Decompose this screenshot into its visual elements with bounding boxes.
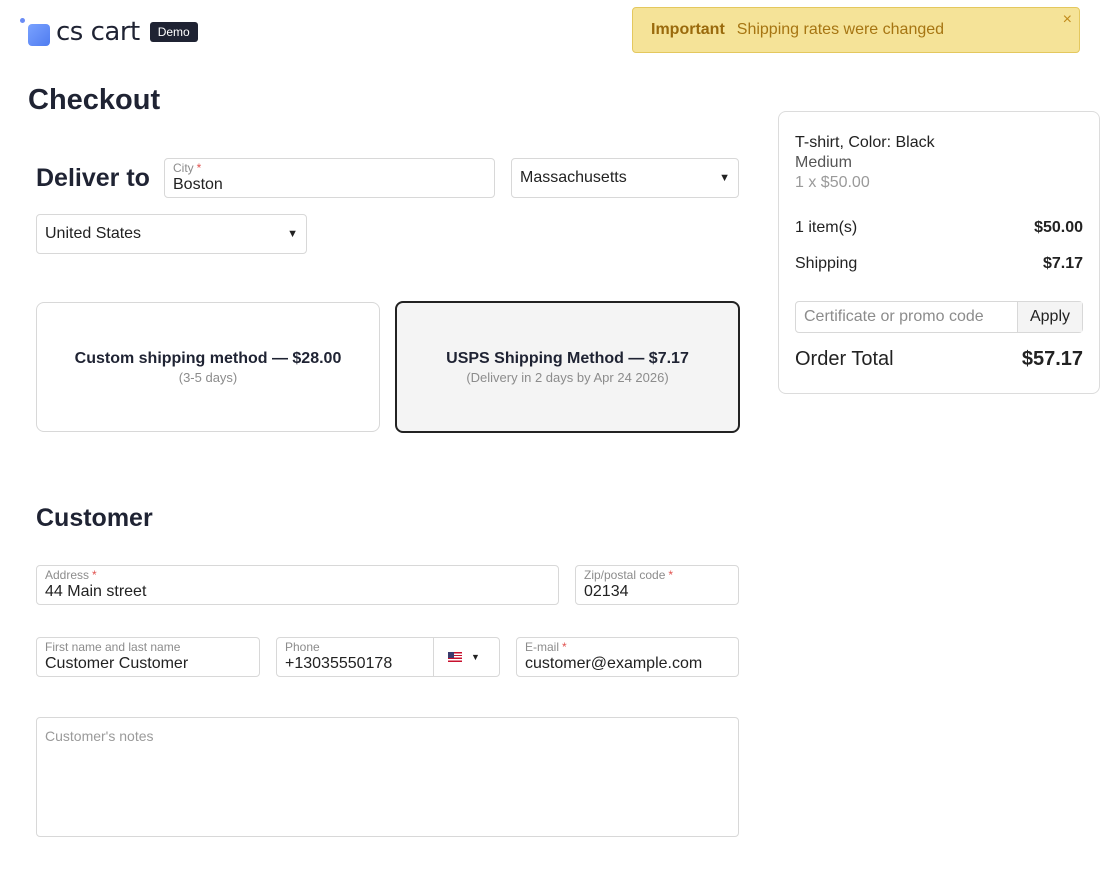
zip-field[interactable]: Zip/postal code * 02134: [575, 565, 739, 605]
notes-placeholder: Customer's notes: [45, 728, 154, 744]
phone-field[interactable]: Phone +13035550178 ▼: [276, 637, 500, 677]
page-title: Checkout: [28, 84, 161, 116]
phone-label: Phone: [285, 640, 320, 654]
shipping-method-title: USPS Shipping Method — $7.17: [446, 349, 689, 367]
caret-down-icon: ▼: [471, 652, 480, 662]
order-total-label: Order Total: [795, 348, 894, 370]
deliver-to-heading: Deliver to: [36, 164, 150, 192]
name-value: Customer Customer: [45, 655, 189, 672]
city-field[interactable]: City * Boston: [164, 158, 495, 198]
address-value: 44 Main street: [45, 583, 147, 600]
phone-value: +13035550178: [285, 655, 393, 672]
email-field[interactable]: E-mail * customer@example.com: [516, 637, 739, 677]
shipping-row: Shipping $7.17: [795, 255, 1083, 273]
notification-text: Shipping rates were changed: [736, 21, 945, 38]
product-variant: Medium: [795, 154, 852, 171]
shipping-method-subtitle: (3-5 days): [178, 369, 238, 385]
state-select[interactable]: Massachusetts ▼: [511, 158, 739, 198]
notification-banner: Important Shipping rates were changed ×: [632, 7, 1080, 53]
customer-heading: Customer: [36, 504, 153, 532]
country-select[interactable]: United States ▼: [36, 214, 307, 254]
order-summary: T-shirt, Color: Black Medium 1 x $50.00 …: [778, 111, 1100, 394]
zip-value: 02134: [584, 583, 629, 600]
required-marker: *: [196, 161, 202, 175]
order-total-value: $57.17: [1021, 348, 1083, 370]
product-price: 1 x $50.00: [795, 174, 870, 191]
shipping-method-usps[interactable]: USPS Shipping Method — $7.17 (Delivery i…: [395, 301, 740, 433]
required-marker: *: [668, 568, 674, 582]
shipping-method-title: Custom shipping method — $28.00: [74, 349, 342, 367]
shipping-value: $7.17: [1042, 255, 1083, 272]
items-count-label: 1 item(s): [795, 219, 858, 236]
logo[interactable]: cs cart Demo: [20, 16, 198, 48]
required-marker: *: [562, 640, 567, 654]
demo-badge: Demo: [149, 22, 198, 42]
promo-code-input[interactable]: Certificate or promo code: [796, 302, 1017, 332]
phone-country-select[interactable]: ▼: [433, 638, 500, 676]
zip-label: Zip/postal code: [584, 568, 666, 582]
logo-text: cs cart: [56, 17, 140, 47]
apply-promo-button[interactable]: Apply: [1017, 302, 1082, 332]
items-subtotal-value: $50.00: [1034, 219, 1083, 236]
shipping-method-subtitle: (Delivery in 2 days by Apr 24 2026): [466, 369, 669, 385]
address-label: Address: [45, 568, 90, 582]
chevron-down-icon: ▼: [719, 172, 730, 184]
items-subtotal-row: 1 item(s) $50.00: [795, 219, 1083, 237]
required-marker: *: [92, 568, 97, 582]
close-icon[interactable]: ×: [1063, 11, 1072, 29]
notification-title: Important: [651, 21, 725, 38]
chevron-down-icon: ▼: [287, 228, 298, 240]
address-field[interactable]: Address * 44 Main street: [36, 565, 559, 605]
name-field[interactable]: First name and last name Customer Custom…: [36, 637, 260, 677]
us-flag-icon: [448, 652, 462, 662]
promo-code-group: Certificate or promo code Apply: [795, 301, 1083, 333]
customer-notes-textarea[interactable]: Customer's notes: [36, 717, 739, 837]
country-value: United States: [45, 225, 142, 242]
city-value: Boston: [173, 176, 223, 193]
email-label: E-mail: [525, 640, 560, 654]
city-label: City: [173, 161, 194, 175]
shipping-method-custom[interactable]: Custom shipping method — $28.00 (3-5 day…: [36, 302, 380, 432]
state-value: Massachusetts: [520, 169, 627, 186]
product-title[interactable]: T-shirt, Color: Black: [795, 134, 935, 152]
name-label: First name and last name: [45, 640, 181, 654]
logo-icon: [20, 17, 50, 47]
order-total-row: Order Total $57.17: [795, 348, 1083, 371]
shipping-label: Shipping: [795, 255, 858, 272]
email-value: customer@example.com: [525, 655, 703, 672]
